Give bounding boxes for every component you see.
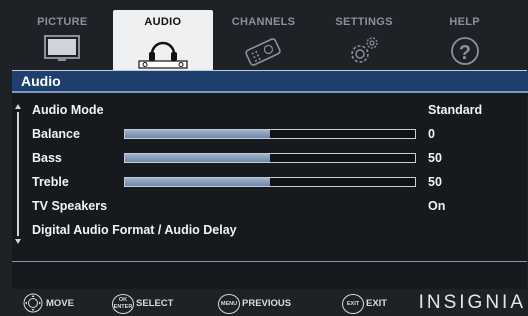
- exit-button-icon: EXIT: [342, 294, 364, 314]
- enter-label: ENTER: [113, 304, 133, 310]
- bass-slider-fill: [125, 154, 270, 162]
- tab-audio[interactable]: AUDIO: [112, 10, 214, 70]
- tv-speakers-label: TV Speakers: [32, 199, 108, 213]
- button-hint-bar: MOVE OK ENTER SELECT MENU PREVIOUS EXIT …: [0, 288, 528, 316]
- menu-item-tv-speakers[interactable]: TV Speakers On: [32, 195, 522, 217]
- balance-slider[interactable]: [124, 129, 416, 139]
- ok-label: OK: [118, 297, 128, 303]
- menu-item-digital-audio[interactable]: Digital Audio Format / Audio Delay: [32, 219, 522, 241]
- gears-icon: [351, 37, 378, 63]
- scrollbar-track: [17, 112, 19, 236]
- panel-divider: [12, 261, 527, 262]
- tab-settings-label: SETTINGS: [335, 16, 393, 28]
- hint-move-text: MOVE: [46, 298, 74, 309]
- headphones-icon: [138, 41, 188, 69]
- bass-slider[interactable]: [124, 153, 416, 163]
- menu-item-bass[interactable]: Bass 50: [32, 147, 522, 169]
- tab-picture[interactable]: PICTURE: [12, 10, 113, 70]
- question-icon: ?: [450, 37, 479, 65]
- svg-text:?: ?: [458, 42, 471, 64]
- hint-previous-text: PREVIOUS: [242, 298, 292, 309]
- tab-audio-label: AUDIO: [144, 16, 182, 28]
- menu-btn-label: MENU: [220, 300, 238, 307]
- scroll-up-arrow-icon[interactable]: [15, 104, 21, 109]
- treble-slider-fill: [125, 178, 270, 186]
- panel-title: Audio: [12, 71, 528, 93]
- tv-speakers-value: On: [428, 199, 446, 213]
- tab-help-label: HELP: [449, 16, 480, 28]
- tv-menu-screen: PICTURE AUDIO CHANNELS SETTINGS HELP ? A…: [0, 0, 528, 316]
- tab-picture-label: PICTURE: [37, 16, 88, 28]
- balance-value: 0: [428, 127, 435, 141]
- digital-audio-label: Digital Audio Format / Audio Delay: [32, 223, 237, 237]
- scrollbar[interactable]: [15, 104, 21, 244]
- scroll-down-arrow-icon[interactable]: [15, 239, 21, 244]
- balance-slider-fill: [125, 130, 270, 138]
- tab-help[interactable]: HELP ?: [414, 10, 515, 70]
- menu-item-audio-mode[interactable]: Audio Mode Standard: [32, 99, 522, 121]
- treble-slider[interactable]: [124, 177, 416, 187]
- audio-mode-value: Standard: [428, 103, 483, 117]
- tv-icon: [44, 35, 81, 61]
- audio-mode-label: Audio Mode: [32, 103, 104, 117]
- dpad-icon: [23, 293, 43, 313]
- audio-settings-panel: Audio Audio Mode Standard Balance 0 Bass…: [12, 70, 528, 289]
- brand-logo: INSIGNIA: [418, 292, 526, 313]
- tab-channels[interactable]: CHANNELS: [213, 10, 314, 70]
- menu-item-treble[interactable]: Treble 50: [32, 171, 522, 193]
- bass-value: 50: [428, 151, 442, 165]
- menu-tab-bar: PICTURE AUDIO CHANNELS SETTINGS HELP ?: [12, 10, 515, 70]
- treble-label: Treble: [32, 175, 69, 189]
- exit-btn-label: EXIT: [346, 300, 360, 307]
- hint-select-text: SELECT: [136, 298, 174, 309]
- remote-icon: [245, 38, 282, 66]
- balance-label: Balance: [32, 127, 80, 141]
- treble-value: 50: [428, 175, 442, 189]
- ok-enter-button-icon: OK ENTER: [112, 294, 134, 314]
- hint-exit-text: EXIT: [366, 298, 388, 309]
- menu-item-balance[interactable]: Balance 0: [32, 123, 522, 145]
- bass-label: Bass: [32, 151, 62, 165]
- menu-button-icon: MENU: [218, 294, 240, 314]
- tab-settings[interactable]: SETTINGS: [314, 10, 415, 70]
- tab-channels-label: CHANNELS: [231, 16, 296, 28]
